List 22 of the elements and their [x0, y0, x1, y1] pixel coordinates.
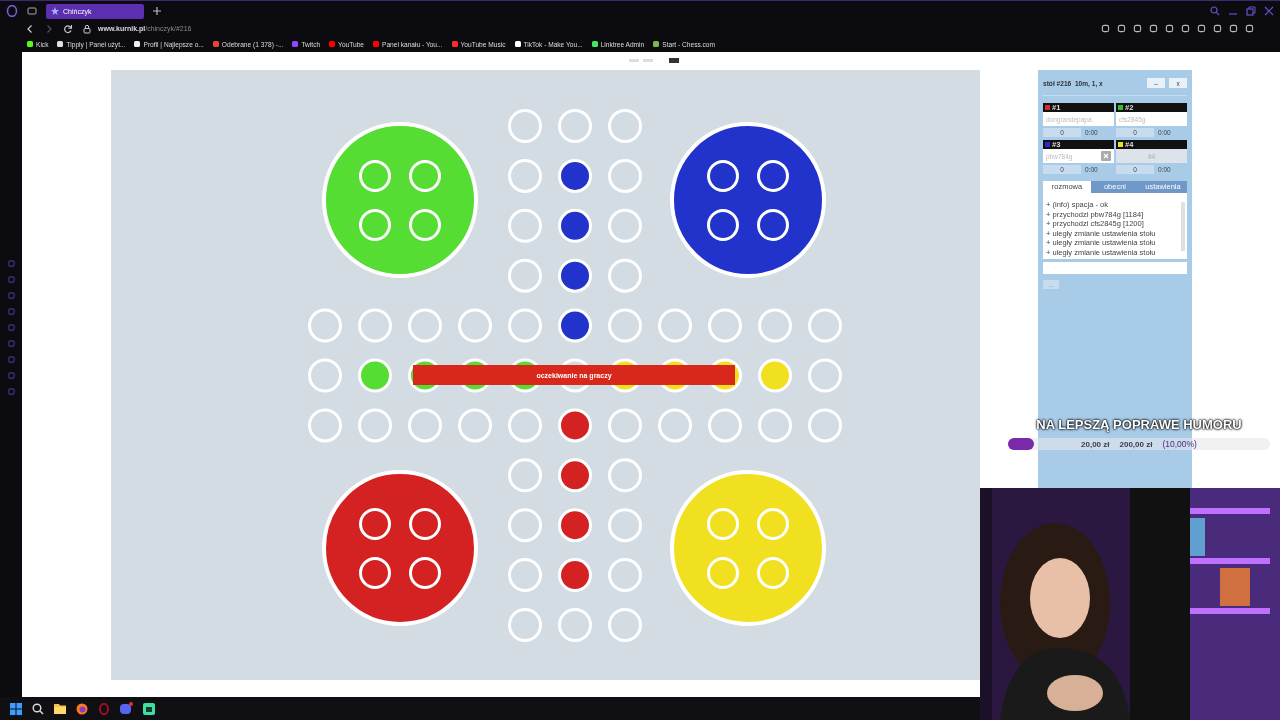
page-indicator-icon: [629, 58, 679, 63]
chat-input[interactable]: [1043, 262, 1187, 274]
restore-icon[interactable]: [1246, 6, 1256, 17]
new-tab-icon[interactable]: [152, 6, 162, 17]
goal-title: NA LEPSZĄ POPRAWE HUMORU: [1036, 417, 1242, 432]
reload-icon[interactable]: [63, 23, 73, 34]
forward-icon[interactable]: [44, 23, 54, 34]
tabs-icon[interactable]: [26, 5, 38, 18]
goal-amount: 20,00 zł: [1081, 439, 1110, 449]
folder-icon[interactable]: [54, 703, 66, 714]
chat-app-icon[interactable]: [120, 702, 133, 715]
search-icon[interactable]: [32, 702, 44, 715]
back-icon[interactable]: [25, 23, 35, 34]
lock-icon[interactable]: [82, 23, 92, 34]
goal-target: 200,00 zł: [1119, 439, 1153, 449]
windows-start-icon[interactable]: [10, 702, 22, 715]
globe-icon[interactable]: [76, 702, 88, 715]
star-icon: [51, 7, 59, 16]
close-icon[interactable]: [1264, 6, 1274, 17]
goal-percent: (10,00%): [1162, 439, 1197, 449]
browser-logo-icon[interactable]: [6, 5, 18, 18]
app-icon[interactable]: [143, 702, 155, 715]
